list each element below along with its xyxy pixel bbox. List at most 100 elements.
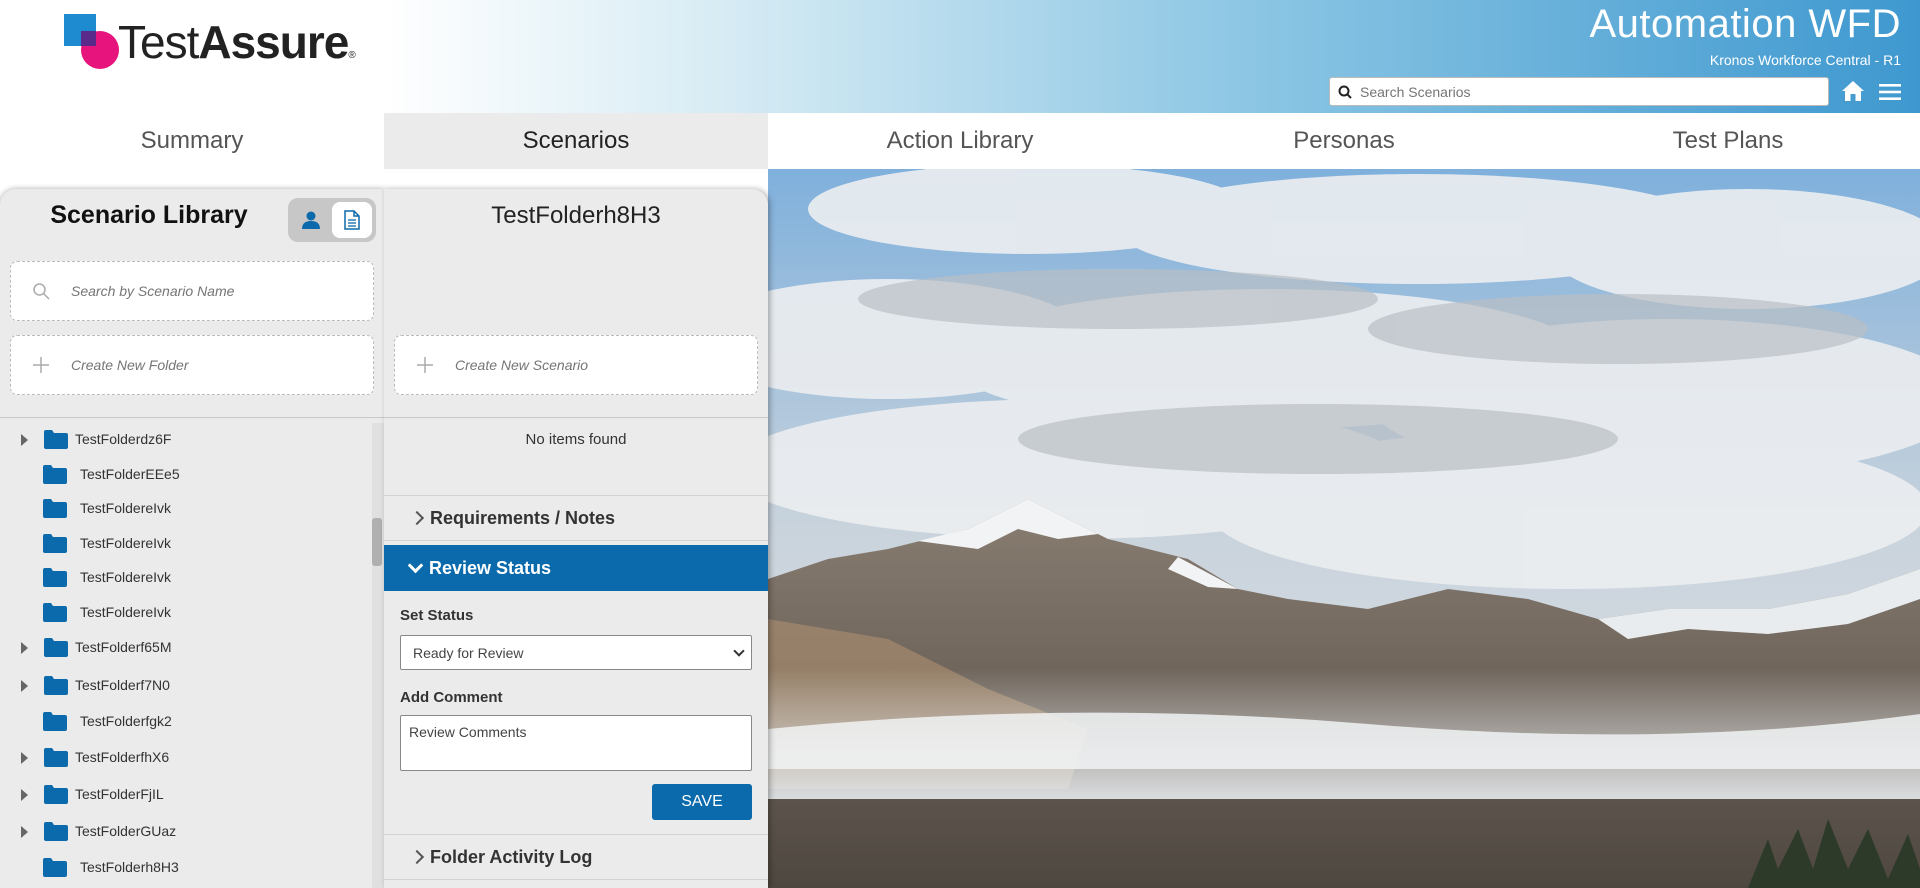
- tab-scenarios[interactable]: Scenarios: [384, 113, 768, 169]
- status-select[interactable]: Ready for Review: [400, 635, 752, 670]
- review-status-body: Set Status Ready for Review Add Comment …: [384, 591, 768, 827]
- folder-name: TestFoldereIvk: [80, 500, 172, 516]
- testassure-logo[interactable]: TestAssure®: [62, 12, 362, 72]
- folder-detail-panel: TestFolderh8H3 No items found Requiremen…: [384, 189, 768, 888]
- folder-tree-item[interactable]: TestFolderfhX6: [0, 743, 360, 773]
- review-status-accordion[interactable]: Review Status: [384, 545, 768, 591]
- persona-view-toggle[interactable]: [290, 200, 332, 240]
- folder-activity-log-accordion[interactable]: Folder Activity Log: [384, 834, 768, 880]
- divider: [0, 417, 384, 418]
- requirements-notes-accordion[interactable]: Requirements / Notes: [384, 495, 768, 541]
- folder-tree-item[interactable]: TestFoldereIvk: [0, 529, 360, 559]
- folder-name: TestFolderdz6F: [75, 431, 172, 447]
- mountain-landscape-illustration: [768, 169, 1920, 888]
- plus-icon: [395, 356, 455, 374]
- scrollbar-thumb[interactable]: [372, 518, 382, 566]
- logo-mark-icon: [64, 14, 119, 69]
- expand-arrow-icon[interactable]: [21, 826, 28, 838]
- folder-icon: [43, 568, 67, 587]
- folder-name: TestFoldereIvk: [80, 535, 172, 551]
- document-icon: [344, 210, 360, 230]
- expand-arrow-icon[interactable]: [21, 752, 28, 764]
- hamburger-menu-icon[interactable]: [1879, 82, 1901, 102]
- tab-test-plans[interactable]: Test Plans: [1536, 113, 1920, 169]
- folder-tree-item[interactable]: TestFolderFjIL: [0, 780, 360, 810]
- accordion-label: Review Status: [429, 557, 552, 578]
- search-icon: [11, 282, 71, 300]
- folder-name: TestFoldereIvk: [80, 569, 172, 585]
- accordion-label: Requirements / Notes: [430, 507, 616, 528]
- create-scenario-field[interactable]: [394, 335, 758, 395]
- search-icon: [1338, 85, 1352, 99]
- search-scenarios-input[interactable]: [1360, 83, 1820, 100]
- brand-name: TestAssure®: [118, 12, 356, 72]
- folder-name: TestFolderf7N0: [75, 677, 170, 693]
- folder-tree-item[interactable]: TestFolderh8H3: [0, 853, 360, 883]
- background-landscape-image: [768, 169, 1920, 888]
- folder-tree: TestFolderdz6F TestFolderEEe5 TestFoldereI…: [0, 423, 372, 888]
- folder-name: TestFolderEEe5: [80, 466, 180, 482]
- scenario-library-panel: Scenario Library TestFolderdz6FTestFolde…: [0, 189, 384, 888]
- folder-name: TestFolderf65M: [75, 639, 172, 655]
- set-status-label: Set Status: [400, 607, 474, 624]
- create-scenario-input[interactable]: [455, 357, 715, 373]
- folder-icon: [44, 430, 68, 449]
- folder-name: TestFolderh8H3: [80, 859, 179, 875]
- brand-prefix: Test: [118, 16, 199, 68]
- folder-icon: [43, 712, 67, 731]
- save-button[interactable]: SAVE: [652, 784, 752, 820]
- folder-tree-item[interactable]: TestFolderf7N0: [0, 671, 360, 701]
- folder-icon: [44, 822, 68, 841]
- add-comment-label: Add Comment: [400, 689, 503, 706]
- folder-icon: [44, 785, 68, 804]
- folder-icon: [43, 465, 67, 484]
- create-folder-field[interactable]: [10, 335, 374, 395]
- folder-tree-item[interactable]: TestFolderf65M: [0, 633, 360, 663]
- folder-icon: [44, 748, 68, 767]
- scenario-search[interactable]: [1329, 77, 1829, 106]
- scenario-library-title: Scenario Library: [50, 201, 248, 229]
- folder-name: TestFolderFjIL: [75, 786, 164, 802]
- folder-tree-item[interactable]: TestFoldereIvk: [0, 563, 360, 593]
- tab-personas[interactable]: Personas: [1152, 113, 1536, 169]
- main-nav: Summary Scenarios Action Library Persona…: [0, 113, 1920, 169]
- folder-tree-item[interactable]: TestFolderEEe5: [0, 460, 360, 490]
- tab-summary[interactable]: Summary: [0, 113, 384, 169]
- chevron-down-icon: [733, 645, 745, 657]
- folder-tree-item[interactable]: TestFolderdz6F: [0, 425, 360, 455]
- home-icon[interactable]: [1841, 80, 1865, 102]
- scenario-name-search-field[interactable]: [10, 261, 374, 321]
- folder-title: TestFolderh8H3: [491, 202, 661, 229]
- user-icon: [302, 211, 320, 229]
- expand-arrow-icon[interactable]: [21, 680, 28, 692]
- folder-tree-item[interactable]: TestFolderGUaz: [0, 817, 360, 847]
- folder-tree-item[interactable]: TestFolderfgk2: [0, 707, 360, 737]
- folder-name: TestFoldereIvk: [80, 604, 172, 620]
- folder-tree-item[interactable]: TestFoldereIvk: [0, 494, 360, 524]
- comment-textarea[interactable]: Review Comments: [400, 715, 752, 771]
- divider: [384, 417, 768, 418]
- folder-tree-item[interactable]: TestFoldereIvk: [0, 598, 360, 628]
- folder-icon: [43, 603, 67, 622]
- folder-icon: [43, 858, 67, 877]
- empty-state-text: No items found: [525, 431, 627, 448]
- app-header: TestAssure® Automation WFD Kronos Workfo…: [0, 0, 1920, 113]
- scenario-name-search-input[interactable]: [71, 283, 331, 299]
- folder-icon: [44, 638, 68, 657]
- plus-icon: [11, 356, 71, 374]
- folder-icon: [43, 499, 67, 518]
- chevron-right-icon: [409, 849, 425, 865]
- folder-tree-scrollbar[interactable]: [372, 423, 384, 888]
- expand-arrow-icon[interactable]: [21, 434, 28, 446]
- expand-arrow-icon[interactable]: [21, 642, 28, 654]
- status-select-value: Ready for Review: [413, 644, 524, 661]
- tab-action-library[interactable]: Action Library: [768, 113, 1152, 169]
- accordion-label: Folder Activity Log: [430, 846, 593, 867]
- folder-name: TestFolderGUaz: [75, 823, 177, 839]
- expand-arrow-icon[interactable]: [21, 789, 28, 801]
- chevron-right-icon: [409, 510, 425, 526]
- document-view-toggle[interactable]: [332, 202, 372, 238]
- app-title: Automation WFD: [1589, 2, 1901, 46]
- folder-name: TestFolderfgk2: [80, 713, 172, 729]
- create-folder-input[interactable]: [71, 357, 331, 373]
